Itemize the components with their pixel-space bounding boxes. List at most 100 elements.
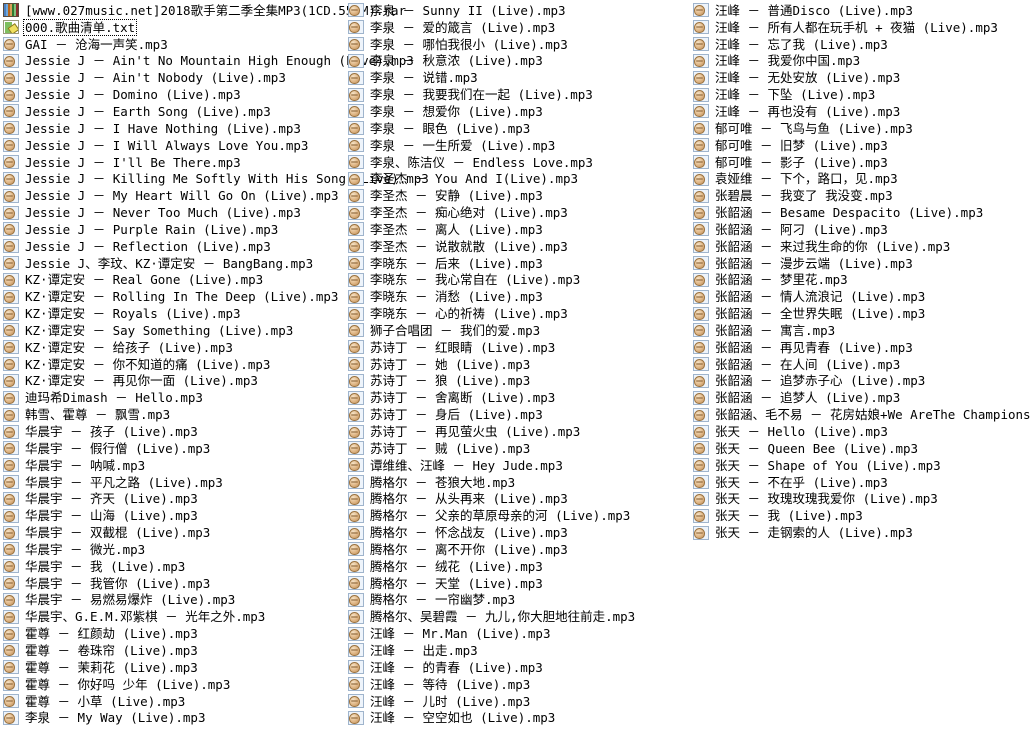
file-list-item[interactable]: 汪峰 － 出走.mp3 bbox=[345, 642, 690, 659]
file-list-item[interactable]: KZ·谭定安 － Say Something (Live).mp3 bbox=[0, 322, 345, 339]
file-list-item[interactable]: KZ·谭定安 － Royals (Live).mp3 bbox=[0, 305, 345, 322]
file-list-item[interactable]: 汪峰 － 我爱你中国.mp3 bbox=[690, 53, 1032, 70]
file-list-item[interactable]: Jessie J － I'll Be There.mp3 bbox=[0, 154, 345, 171]
file-list-item[interactable]: 张韶涵 － 追梦赤子心 (Live).mp3 bbox=[690, 373, 1032, 390]
file-list-item[interactable]: 霍尊 － 卷珠帘 (Live).mp3 bbox=[0, 642, 345, 659]
file-list-item[interactable]: 张韶涵 － 再见青春 (Live).mp3 bbox=[690, 339, 1032, 356]
file-list-item[interactable]: KZ·谭定安 － Real Gone (Live).mp3 bbox=[0, 272, 345, 289]
file-list-item[interactable]: 汪峰 － 等待 (Live).mp3 bbox=[345, 676, 690, 693]
file-list-item[interactable]: Jessie J － Ain't Nobody (Live).mp3 bbox=[0, 69, 345, 86]
file-list-item[interactable]: 韩雪、霍尊 － 飘雪.mp3 bbox=[0, 406, 345, 423]
file-list-item[interactable]: 苏诗丁 － 再见萤火虫 (Live).mp3 bbox=[345, 423, 690, 440]
file-list-item[interactable]: 张韶涵 － Besame Despacito (Live).mp3 bbox=[690, 204, 1032, 221]
file-list-item[interactable]: 霍尊 － 红颜劫 (Live).mp3 bbox=[0, 625, 345, 642]
file-list-item[interactable]: 腾格尔、吴碧霞 － 九儿,你大胆地往前走.mp3 bbox=[345, 608, 690, 625]
file-list-item[interactable]: 霍尊 － 你好吗 少年 (Live).mp3 bbox=[0, 676, 345, 693]
file-list-item[interactable]: KZ·谭定安 － 你不知道的痛 (Live).mp3 bbox=[0, 356, 345, 373]
file-list-item[interactable]: 郁可唯 － 旧梦 (Live).mp3 bbox=[690, 137, 1032, 154]
file-list-item[interactable]: 李泉 － Sunny II (Live).mp3 bbox=[345, 2, 690, 19]
file-list-item[interactable]: 腾格尔 － 天堂 (Live).mp3 bbox=[345, 575, 690, 592]
file-list-item[interactable]: 苏诗丁 － 贼 (Live).mp3 bbox=[345, 440, 690, 457]
file-list-item[interactable]: 汪峰 － 无处安放 (Live).mp3 bbox=[690, 69, 1032, 86]
file-list-item[interactable]: 李泉 － 说错.mp3 bbox=[345, 69, 690, 86]
file-list-item[interactable]: 汪峰 － 下坠 (Live).mp3 bbox=[690, 86, 1032, 103]
file-list-item[interactable]: 腾格尔 － 苍狼大地.mp3 bbox=[345, 474, 690, 491]
file-list-item[interactable]: 华晨宇 － 假行僧 (Live).mp3 bbox=[0, 440, 345, 457]
file-list-item[interactable]: 李泉 － 哪怕我很小 (Live).mp3 bbox=[345, 36, 690, 53]
file-list-item[interactable]: 李晓东 － 心的祈祷 (Live).mp3 bbox=[345, 305, 690, 322]
file-list-item[interactable]: 李泉 － 秋意浓 (Live).mp3 bbox=[345, 53, 690, 70]
file-list-item[interactable]: 苏诗丁 － 狼 (Live).mp3 bbox=[345, 373, 690, 390]
file-list-item[interactable]: 华晨宇 － 微光.mp3 bbox=[0, 541, 345, 558]
file-list-item[interactable]: 汪峰 － 空空如也 (Live).mp3 bbox=[345, 709, 687, 726]
file-list-item[interactable]: 腾格尔 － 绒花 (Live).mp3 bbox=[345, 558, 690, 575]
file-list-item[interactable]: 张天 － Queen Bee (Live).mp3 bbox=[690, 440, 1032, 457]
file-list-item[interactable]: 华晨宇 － 我 (Live).mp3 bbox=[0, 558, 345, 575]
file-list-item[interactable]: Jessie J － I Have Nothing (Live).mp3 bbox=[0, 120, 345, 137]
file-list-item[interactable]: 李圣杰 － 离人 (Live).mp3 bbox=[345, 221, 690, 238]
file-list-item[interactable]: Jessie J － Domino (Live).mp3 bbox=[0, 86, 345, 103]
file-list-item[interactable]: 李泉、陈洁仪 － Endless Love.mp3 bbox=[345, 154, 690, 171]
file-list-item[interactable]: 霍尊 － 小草 (Live).mp3 bbox=[0, 693, 345, 710]
file-list-item[interactable]: 李泉 － My Way (Live).mp3 bbox=[0, 709, 345, 726]
file-list-item[interactable]: 袁娅维 － 下个，路口，见.mp3 bbox=[690, 170, 1032, 187]
file-list-item[interactable]: 张天 － Hello (Live).mp3 bbox=[690, 423, 1032, 440]
file-list-item[interactable]: 张韶涵 － 追梦人 (Live).mp3 bbox=[690, 389, 1032, 406]
file-list-item[interactable]: 华晨宇 － 平凡之路 (Live).mp3 bbox=[0, 474, 345, 491]
file-list-item[interactable]: 张韶涵 － 来过我生命的你 (Live).mp3 bbox=[690, 238, 1032, 255]
file-list-item[interactable]: 郁可唯 － 影子 (Live).mp3 bbox=[690, 154, 1032, 171]
file-list-item[interactable]: 张韶涵 － 情人流浪记 (Live).mp3 bbox=[690, 288, 1032, 305]
file-list-item[interactable]: 华晨宇、G.E.M.邓紫棋 － 光年之外.mp3 bbox=[0, 608, 345, 625]
file-list-item[interactable]: 霍尊 － 茉莉花 (Live).mp3 bbox=[0, 659, 345, 676]
file-list-item[interactable]: 腾格尔 － 怀念战友 (Live).mp3 bbox=[345, 524, 690, 541]
file-list-item[interactable]: 腾格尔 － 离不开你 (Live).mp3 bbox=[345, 541, 690, 558]
file-list-item[interactable]: 张韶涵、毛不易 － 花房姑娘+We AreThe Champions.mp3 bbox=[690, 406, 1032, 423]
file-list-item[interactable]: 汪峰 － 所有人都在玩手机 + 夜猫 (Live).mp3 bbox=[690, 19, 1032, 36]
file-list-item[interactable]: 郁可唯 － 飞鸟与鱼 (Live).mp3 bbox=[690, 120, 1032, 137]
file-list-item[interactable]: 李晓东 － 后来 (Live).mp3 bbox=[345, 255, 690, 272]
file-list-item[interactable]: 华晨宇 － 齐天 (Live).mp3 bbox=[0, 490, 345, 507]
file-list-item[interactable]: 苏诗丁 － 红眼睛 (Live).mp3 bbox=[345, 339, 690, 356]
file-list-item[interactable]: Jessie J － Ain't No Mountain High Enough… bbox=[0, 53, 414, 70]
file-list-item[interactable]: Jessie J － Never Too Much (Live).mp3 bbox=[0, 204, 345, 221]
file-list-item[interactable]: GAI － 沧海一声笑.mp3 bbox=[0, 36, 345, 53]
file-list-item[interactable]: 汪峰 － 儿时 (Live).mp3 bbox=[345, 693, 687, 710]
file-list-view[interactable]: [www.027music.net]2018歌手第二季全集MP3(1CD.551… bbox=[0, 0, 1032, 737]
file-list-item[interactable]: Jessie J － Reflection (Live).mp3 bbox=[0, 238, 345, 255]
file-list-item[interactable]: 张韶涵 － 梦里花.mp3 bbox=[690, 272, 1032, 289]
file-list-item[interactable]: 汪峰 － 的青春 (Live).mp3 bbox=[345, 659, 690, 676]
file-list-item[interactable]: Jessie J － Purple Rain (Live).mp3 bbox=[0, 221, 345, 238]
file-list-item[interactable]: 华晨宇 － 易燃易爆炸 (Live).mp3 bbox=[0, 592, 345, 609]
file-list-item[interactable]: 腾格尔 － 父亲的草原母亲的河 (Live).mp3 bbox=[345, 507, 690, 524]
file-list-item[interactable]: 张韶涵 － 全世界失眠 (Live).mp3 bbox=[690, 305, 1032, 322]
file-list-item[interactable]: Jessie J、李玟、KZ·谭定安 － BangBang.mp3 bbox=[0, 255, 345, 272]
file-list-item[interactable]: 腾格尔 － 一帘幽梦.mp3 bbox=[345, 592, 690, 609]
file-list-item[interactable]: 李泉 － 想爱你 (Live).mp3 bbox=[345, 103, 690, 120]
file-list-item[interactable]: 苏诗丁 － 她 (Live).mp3 bbox=[345, 356, 690, 373]
file-list-item[interactable]: 000.歌曲清单.txt bbox=[0, 18, 345, 36]
file-list-item[interactable]: KZ·谭定安 － 给孩子 (Live).mp3 bbox=[0, 339, 345, 356]
file-list-item[interactable]: 汪峰 － 忘了我 (Live).mp3 bbox=[690, 36, 1032, 53]
file-list-item[interactable]: KZ·谭定安 － 再见你一面 (Live).mp3 bbox=[0, 373, 345, 390]
file-list-item[interactable]: 迪玛希Dimash － Hello.mp3 bbox=[0, 389, 345, 406]
file-list-item[interactable]: 张韶涵 － 漫步云端 (Live).mp3 bbox=[690, 255, 1032, 272]
file-list-item[interactable]: 李泉 － 爱的箴言 (Live).mp3 bbox=[345, 19, 690, 36]
file-list-item[interactable]: 谭维维、汪峰 － Hey Jude.mp3 bbox=[345, 457, 690, 474]
file-list-item[interactable]: 李圣杰 － You And I(Live).mp3 bbox=[345, 170, 690, 187]
file-list-item[interactable]: 李圣杰 － 痴心绝对 (Live).mp3 bbox=[345, 204, 690, 221]
file-list-item[interactable]: 李圣杰 － 安静 (Live).mp3 bbox=[345, 187, 690, 204]
file-list-item[interactable]: 李泉 － 眼色 (Live).mp3 bbox=[345, 120, 690, 137]
file-list-item[interactable]: [www.027music.net]2018歌手第二季全集MP3(1CD.551… bbox=[0, 2, 406, 19]
file-list-item[interactable]: 汪峰 － 普通Disco (Live).mp3 bbox=[690, 2, 1032, 19]
file-list-item[interactable]: 张天 － 走钢索的人 (Live).mp3 bbox=[690, 524, 1032, 541]
file-list-item[interactable]: 苏诗丁 － 舍离断 (Live).mp3 bbox=[345, 389, 690, 406]
file-list-item[interactable]: 张天 － Shape of You (Live).mp3 bbox=[690, 457, 1032, 474]
file-list-item[interactable]: 张韶涵 － 阿刁 (Live).mp3 bbox=[690, 221, 1032, 238]
file-list-item[interactable]: 张天 － 我 (Live).mp3 bbox=[690, 507, 1032, 524]
file-list-item[interactable]: 李晓东 － 消愁 (Live).mp3 bbox=[345, 288, 690, 305]
file-list-item[interactable]: 华晨宇 － 双截棍 (Live).mp3 bbox=[0, 524, 345, 541]
file-list-item[interactable]: 腾格尔 － 从头再来 (Live).mp3 bbox=[345, 490, 690, 507]
file-list-item[interactable]: KZ·谭定安 － Rolling In The Deep (Live).mp3 bbox=[0, 288, 345, 305]
file-list-item[interactable]: 汪峰 － Mr.Man (Live).mp3 bbox=[345, 625, 690, 642]
file-list-item[interactable]: 张韶涵 － 在人间 (Live).mp3 bbox=[690, 356, 1032, 373]
